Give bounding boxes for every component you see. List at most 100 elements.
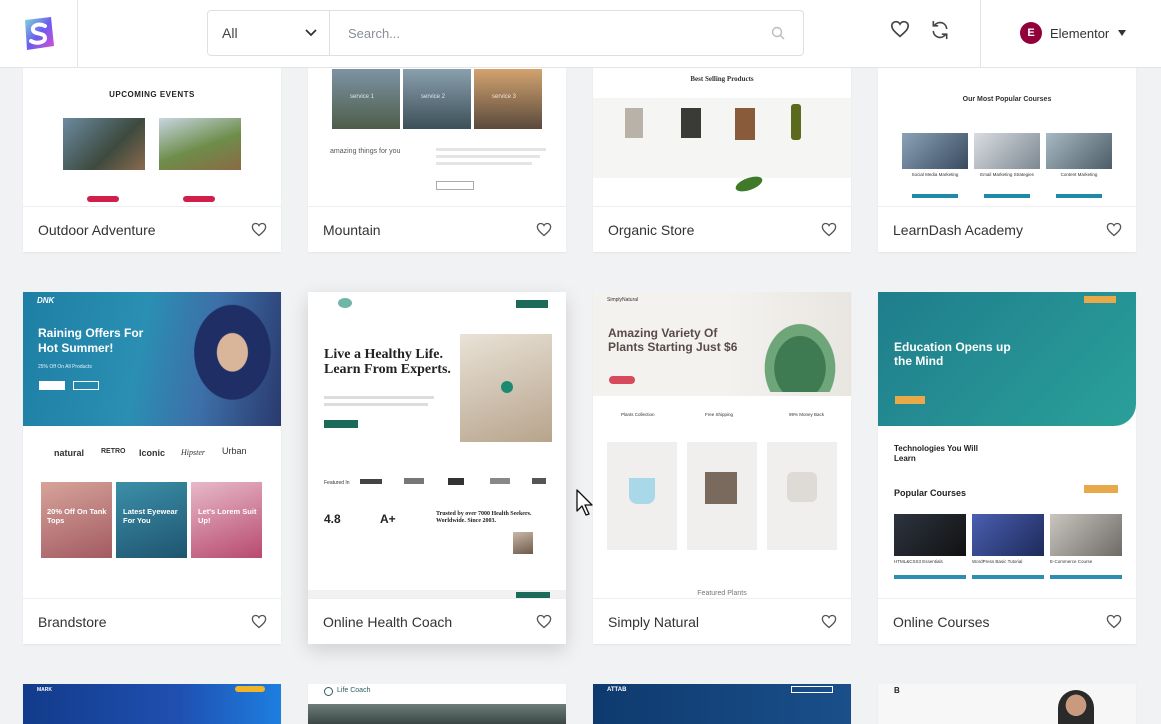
event-button xyxy=(183,196,215,202)
template-title: Organic Store xyxy=(608,221,695,238)
template-card[interactable]: MARK xyxy=(23,684,281,724)
hero-button xyxy=(324,420,358,428)
product-image xyxy=(735,108,755,140)
product-image xyxy=(681,108,701,138)
category-select-value: All xyxy=(222,25,238,41)
heart-icon[interactable] xyxy=(821,222,837,237)
template-card[interactable]: ATTAB xyxy=(593,684,851,724)
event-image xyxy=(159,118,241,170)
service-label: service 1 xyxy=(350,94,375,100)
template-preview: MARK xyxy=(23,684,281,724)
product-image xyxy=(629,478,655,504)
template-preview: Best Selling Products xyxy=(593,60,851,206)
course-image xyxy=(972,514,1044,556)
favorites-heart-icon[interactable] xyxy=(890,20,910,38)
course-label: Email Marketing Strategies xyxy=(980,172,1034,177)
press-logo xyxy=(532,478,546,484)
nav-cta-button xyxy=(516,300,548,308)
service-label: service 3 xyxy=(492,94,517,100)
brand-logo: B xyxy=(894,686,900,695)
search-placeholder: Search... xyxy=(348,25,401,41)
hero-heading: Raining Offers For Hot Summer! xyxy=(38,326,144,355)
section-heading: Technologies You Will Learn xyxy=(894,444,978,463)
grade-stat: A+ xyxy=(380,512,396,526)
template-title: Mountain xyxy=(323,221,381,238)
template-card[interactable]: Our Most Popular Courses Social Media Ma… xyxy=(878,60,1136,252)
course-image xyxy=(902,133,968,169)
hero-model-image xyxy=(173,292,281,426)
course-button xyxy=(1050,575,1122,579)
course-button xyxy=(972,575,1044,579)
template-card[interactable]: service 1 service 2 service 3 amazing th… xyxy=(308,60,566,252)
event-image xyxy=(63,118,145,170)
template-preview: Live a Healthy Life. Learn From Experts.… xyxy=(308,292,566,598)
page-builder-select[interactable]: E Elementor xyxy=(1020,22,1127,44)
view-all-button xyxy=(1084,485,1118,493)
product-image xyxy=(705,472,737,504)
template-title: Online Courses xyxy=(893,613,990,630)
elementor-logo-icon: E xyxy=(1020,22,1042,44)
starter-templates-logo-icon xyxy=(24,17,54,50)
feature-label: Plants Collection xyxy=(621,412,655,417)
search-bar: All Search... xyxy=(207,10,804,56)
template-card[interactable]: Life Coach xyxy=(308,684,566,724)
brand-logo: Urban xyxy=(222,446,247,456)
brand-logo: natural xyxy=(54,448,85,458)
card-footer: LearnDash Academy xyxy=(878,206,1136,252)
promo-text: Let's Lorem Suit Up! xyxy=(198,507,257,525)
search-input[interactable]: Search... xyxy=(330,11,803,55)
course-title: WordPress Basic Tutorial xyxy=(972,559,1023,564)
feature-label: Free Shipping xyxy=(705,412,734,417)
promo-text: Latest Eyewear For You xyxy=(123,507,178,525)
heart-icon[interactable] xyxy=(251,222,267,237)
heart-icon[interactable] xyxy=(536,222,552,237)
app-logo[interactable] xyxy=(0,0,78,68)
heart-icon[interactable] xyxy=(1106,614,1122,629)
section-heading: Popular Courses xyxy=(894,488,967,498)
trust-quote: Trusted by over 7000 Health Seekers. Wor… xyxy=(436,511,532,524)
course-image xyxy=(894,514,966,556)
text-line xyxy=(436,155,540,158)
heart-icon[interactable] xyxy=(821,614,837,629)
brand-logo: ATTAB xyxy=(607,687,627,693)
template-card[interactable]: Best Selling Products Organic Store xyxy=(593,60,851,252)
card-footer: Simply Natural xyxy=(593,598,851,644)
template-card[interactable]: Education Opens up the Mind Technologies… xyxy=(878,292,1136,644)
nav-cta-button xyxy=(1084,296,1116,303)
category-select[interactable]: All xyxy=(208,11,330,55)
text-line xyxy=(436,148,546,151)
text-line xyxy=(324,396,434,399)
nav-cta-button xyxy=(791,686,833,693)
brand-logo-icon xyxy=(324,687,333,696)
card-footer: Organic Store xyxy=(593,206,851,252)
author-image xyxy=(513,532,533,554)
template-card-hovered[interactable]: Live a Healthy Life. Learn From Experts.… xyxy=(308,292,566,644)
press-logo xyxy=(404,478,424,484)
section-heading: Featured Plants xyxy=(697,590,747,597)
heart-icon[interactable] xyxy=(536,614,552,629)
template-card[interactable]: DNK Raining Offers For Hot Summer! 25% O… xyxy=(23,292,281,644)
heart-icon[interactable] xyxy=(251,614,267,629)
course-button xyxy=(894,575,966,579)
template-preview: UPCOMING EVENTS xyxy=(23,60,281,206)
brand-logo: Life Coach xyxy=(337,687,371,694)
template-preview: service 1 service 2 service 3 amazing th… xyxy=(308,60,566,206)
nav-cta-button xyxy=(235,686,265,692)
service-label: service 2 xyxy=(421,94,446,100)
learn-button xyxy=(73,381,99,390)
template-card[interactable]: B xyxy=(878,684,1136,724)
course-button xyxy=(1056,194,1102,198)
rating-stat: 4.8 xyxy=(324,512,341,526)
preview-heading: Our Most Popular Courses xyxy=(962,96,1052,103)
template-card[interactable]: SimplyNatural Amazing Variety Of Plants … xyxy=(593,292,851,644)
hero-heading: Amazing Variety Of Plants Starting Just … xyxy=(608,326,738,354)
sync-icon[interactable] xyxy=(930,20,950,40)
template-preview: DNK Raining Offers For Hot Summer! 25% O… xyxy=(23,292,281,598)
featured-label: Featured In xyxy=(324,480,350,486)
template-title: Online Health Coach xyxy=(323,613,453,630)
heart-icon[interactable] xyxy=(1106,222,1122,237)
read-more-button xyxy=(436,181,474,190)
course-title: E-Commerce Course xyxy=(1050,559,1093,564)
template-card[interactable]: UPCOMING EVENTS Outdoor Adventure xyxy=(23,60,281,252)
template-title: Brandstore xyxy=(38,613,107,630)
